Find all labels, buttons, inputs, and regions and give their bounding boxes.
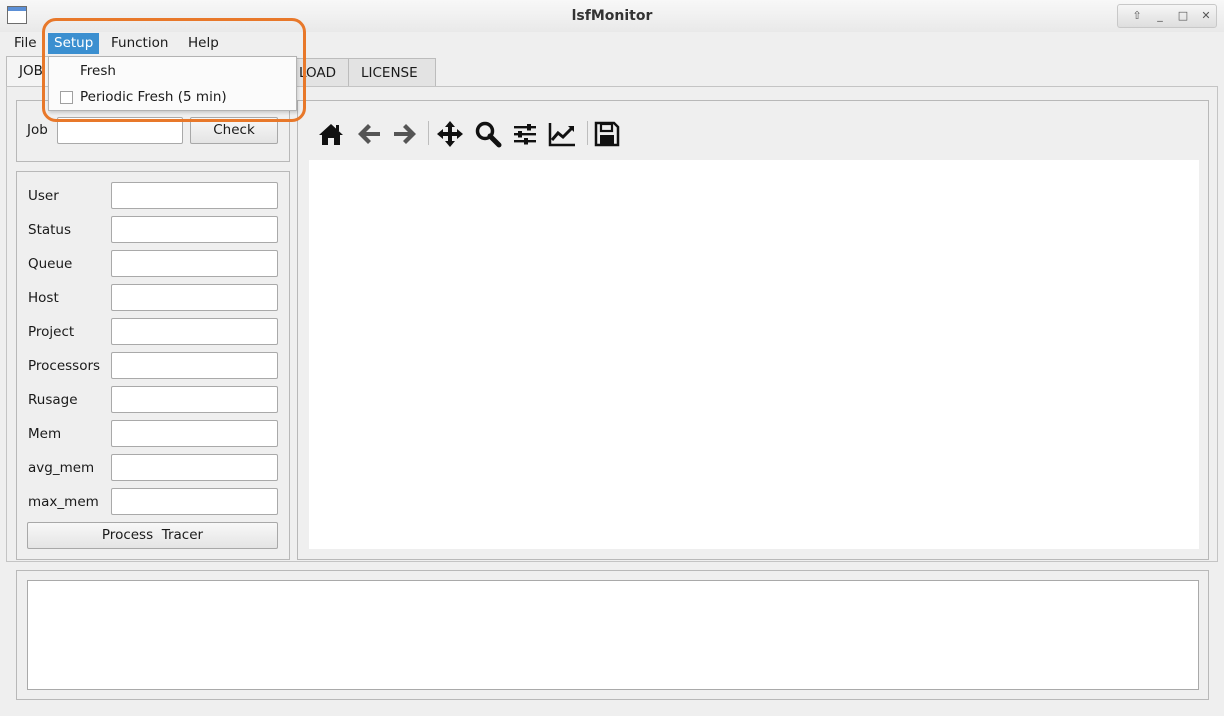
zoom-icon[interactable] [473, 119, 503, 149]
close-icon[interactable]: ✕ [1196, 7, 1216, 25]
field-label-project: Project [28, 324, 75, 340]
field-label-mem: Mem [28, 426, 62, 442]
project-field[interactable] [111, 318, 278, 345]
process-tracer-button[interactable]: Process Tracer [27, 522, 278, 549]
field-label-queue: Queue [28, 256, 73, 272]
plot-canvas[interactable] [309, 160, 1199, 549]
max-mem-field[interactable] [111, 488, 278, 515]
configure-subplots-icon[interactable] [510, 119, 540, 149]
job-label: Job [27, 122, 48, 138]
user-field[interactable] [111, 182, 278, 209]
queue-field[interactable] [111, 250, 278, 277]
field-label-rusage: Rusage [28, 392, 78, 408]
status-field[interactable] [111, 216, 278, 243]
avg-mem-field[interactable] [111, 454, 278, 481]
toolbar-separator [587, 121, 588, 145]
toolbar-separator [428, 121, 429, 145]
forward-arrow-icon[interactable] [390, 119, 420, 149]
back-arrow-icon[interactable] [354, 119, 384, 149]
field-label-processors: Processors [28, 358, 101, 374]
host-field[interactable] [111, 284, 278, 311]
maximize-icon[interactable]: □ [1173, 7, 1193, 25]
edit-curves-icon[interactable] [547, 119, 577, 149]
field-label-status: Status [28, 222, 72, 238]
mem-field[interactable] [111, 420, 278, 447]
save-icon[interactable] [592, 119, 622, 149]
shade-icon[interactable]: ⇧ [1127, 7, 1147, 25]
field-label-user: User [28, 188, 59, 204]
field-label-max-mem: max_mem [28, 494, 99, 510]
minimize-icon[interactable]: _ [1150, 7, 1170, 25]
field-label-avg-mem: avg_mem [28, 460, 95, 476]
processors-field[interactable] [111, 352, 278, 379]
rusage-field[interactable] [111, 386, 278, 413]
message-textbox[interactable] [27, 580, 1199, 690]
home-icon[interactable] [316, 119, 346, 149]
tab-license[interactable]: LICENSE [348, 58, 436, 86]
annotation-highlight [42, 18, 306, 122]
field-label-host: Host [28, 290, 59, 306]
pan-icon[interactable] [435, 119, 465, 149]
menu-file[interactable]: File [8, 33, 43, 54]
